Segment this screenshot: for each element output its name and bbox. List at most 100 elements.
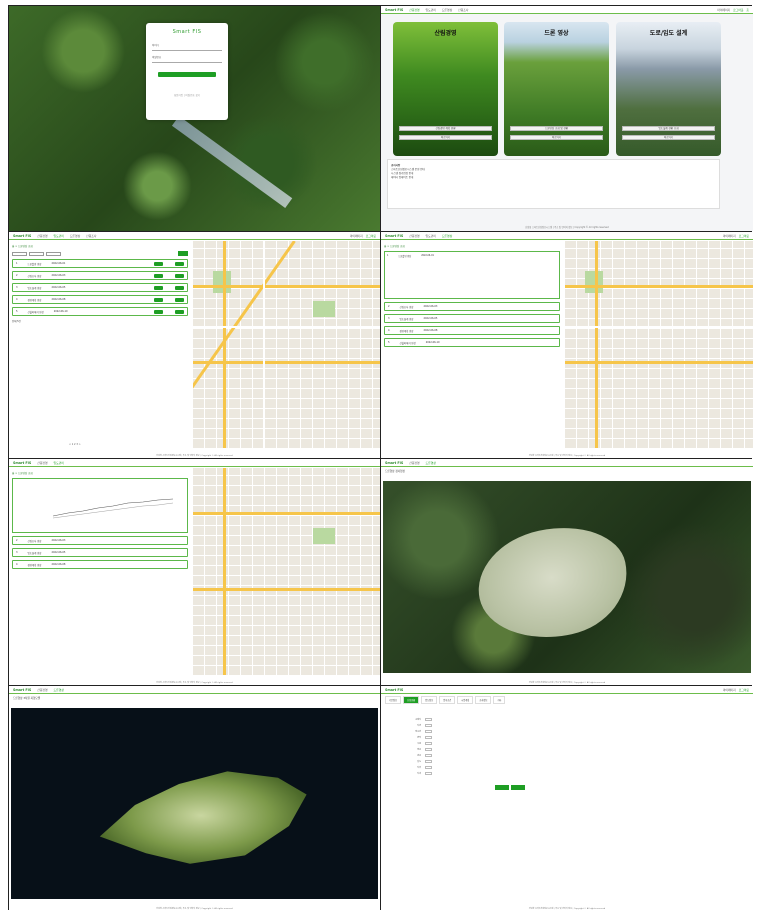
card-button[interactable]: 드론영상 조회 및 현황 <box>510 126 603 131</box>
login-button[interactable] <box>158 72 216 77</box>
nav-item[interactable]: 드론영상 <box>442 234 452 238</box>
mypage-link[interactable]: 마이페이지 <box>723 688 736 692</box>
list-item[interactable]: 4 경영계획 영상 2022-06-08 <box>12 295 188 304</box>
row-date: 2022-06-03 <box>423 305 438 308</box>
logout-link[interactable]: 로그아웃 <box>733 8 743 12</box>
card-button[interactable]: 산림경영 계획 현황 <box>399 126 492 131</box>
nav-item[interactable]: 드론영상 <box>70 234 80 238</box>
logo[interactable]: Smart FIS <box>13 234 31 238</box>
logout-link[interactable]: 로그아웃 <box>739 688 749 692</box>
nav-item[interactable]: 산림경영 <box>37 234 47 238</box>
list-item[interactable]: 2 산림조사 영상 2022-06-03 <box>12 536 188 545</box>
field-input[interactable] <box>425 765 432 769</box>
logo[interactable]: Smart FIS <box>13 461 31 465</box>
save-button[interactable] <box>495 785 509 790</box>
nav-item[interactable]: 산림경영 <box>37 688 47 692</box>
card-go-button[interactable]: 바로가기 <box>399 135 492 140</box>
id-input[interactable] <box>152 50 222 51</box>
mypage-link[interactable]: 마이페이지 <box>350 234 363 238</box>
select-year[interactable] <box>12 251 27 256</box>
view-title: 드론영상 정사영상 <box>385 470 405 473</box>
field-input[interactable] <box>425 735 432 739</box>
list-item[interactable]: 3 임도설계 영상 2022-06-05 <box>12 548 188 557</box>
list-item[interactable]: 4 경영계획 영상 2022-06-08 <box>384 326 560 335</box>
nav-item[interactable]: 산림조사 <box>458 8 468 12</box>
field-input[interactable] <box>425 759 432 763</box>
tab[interactable]: 산림현황 <box>403 696 420 704</box>
map-button[interactable] <box>175 309 184 314</box>
list-item[interactable]: 1 드론촬영 영상 2022-06-01 <box>12 259 188 268</box>
field-input[interactable] <box>425 771 432 775</box>
street-map[interactable] <box>565 241 753 448</box>
nav-item[interactable]: 산림경영 <box>409 8 419 12</box>
nav-item[interactable]: 산림경영 <box>37 461 47 465</box>
field-input[interactable] <box>425 717 432 721</box>
nav-item[interactable]: 임도관리 <box>54 461 64 465</box>
logo[interactable]: Smart FIS <box>385 688 403 692</box>
logo[interactable]: Smart FIS <box>13 688 31 692</box>
logo[interactable]: Smart FIS <box>385 8 403 12</box>
view-button[interactable] <box>154 273 163 278</box>
nav-item[interactable]: 드론영상 <box>426 461 436 465</box>
search-button[interactable] <box>178 251 188 256</box>
cancel-button[interactable] <box>511 785 525 790</box>
field-input[interactable] <box>425 747 432 751</box>
select-type[interactable] <box>29 251 44 256</box>
view-button[interactable] <box>154 285 163 290</box>
pagination[interactable]: < 1 2 3 > <box>69 443 81 446</box>
ortho-image[interactable] <box>383 481 751 673</box>
tab[interactable]: 입지조건 <box>439 696 456 704</box>
field-input[interactable] <box>425 741 432 745</box>
notice-item[interactable]: 데이터 업데이트 안내 <box>391 175 716 179</box>
nav-item[interactable]: 드론영상 <box>54 688 64 692</box>
mypage-link[interactable]: 마이페이지 <box>723 234 736 238</box>
list-item[interactable]: 3 임도설계 영상 2022-06-05 <box>12 283 188 292</box>
tab[interactable]: 기본정보 <box>385 696 402 704</box>
nav-item[interactable]: 산림경영 <box>409 461 419 465</box>
home-link[interactable]: 홈 <box>746 8 749 12</box>
list-item[interactable]: 3 임도설계 영상 2022-06-05 <box>384 314 560 323</box>
list-item[interactable]: 4 경영계획 영상 2022-06-08 <box>12 560 188 569</box>
tab[interactable]: 시업계획 <box>457 696 474 704</box>
mypage-link[interactable]: 마이페이지 <box>717 8 730 12</box>
field-label: 밀도 <box>417 760 421 763</box>
terrain-viewer[interactable] <box>11 708 378 899</box>
view-button[interactable] <box>154 261 163 266</box>
search-input[interactable] <box>46 251 61 256</box>
logout-link[interactable]: 로그아웃 <box>739 234 749 238</box>
map-button[interactable] <box>175 285 184 290</box>
map-button[interactable] <box>175 261 184 266</box>
street-map[interactable] <box>193 241 380 448</box>
nav-item[interactable]: 임도관리 <box>426 234 436 238</box>
field-input[interactable] <box>425 729 432 733</box>
logo[interactable]: Smart FIS <box>385 234 403 238</box>
nav-item[interactable]: 임도관리 <box>426 8 436 12</box>
list-item[interactable]: 5 산불피해지 영상 2022-06-10 <box>384 338 560 347</box>
row-no: 4 <box>16 563 18 566</box>
nav-item[interactable]: 임도관리 <box>54 234 64 238</box>
pw-input[interactable] <box>152 62 222 63</box>
field-input[interactable] <box>425 723 432 727</box>
nav-item[interactable]: 산림경영 <box>409 234 419 238</box>
street-map[interactable] <box>193 468 380 675</box>
card-title: 드론 영상 <box>544 30 569 37</box>
list-item[interactable]: 5 산불피해지 영상 2022-06-10 <box>12 307 188 316</box>
field-input[interactable] <box>425 753 432 757</box>
map-button[interactable] <box>175 297 184 302</box>
tab[interactable]: 기타 <box>493 696 506 704</box>
logout-link[interactable]: 로그아웃 <box>366 234 376 238</box>
nav-item[interactable]: 드론영상 <box>442 8 452 12</box>
view-button[interactable] <box>154 297 163 302</box>
nav-item[interactable]: 산림조사 <box>86 234 96 238</box>
card-go-button[interactable]: 바로가기 <box>510 135 603 140</box>
tab[interactable]: 임도정보 <box>421 696 438 704</box>
view-button[interactable] <box>154 309 163 314</box>
card-button[interactable]: 임도설계 현황 조회 <box>622 126 715 131</box>
list-item[interactable]: 2 산림조사 영상 2022-06-03 <box>12 271 188 280</box>
tab[interactable]: 조사정보 <box>475 696 492 704</box>
list-item[interactable]: 2 산림조사 영상 2022-06-03 <box>384 302 560 311</box>
logo[interactable]: Smart FIS <box>385 461 403 465</box>
card-go-button[interactable]: 바로가기 <box>622 135 715 140</box>
map-button[interactable] <box>175 273 184 278</box>
login-footer-links[interactable]: 회원가입 | 비밀번호 찾기 <box>152 93 222 97</box>
